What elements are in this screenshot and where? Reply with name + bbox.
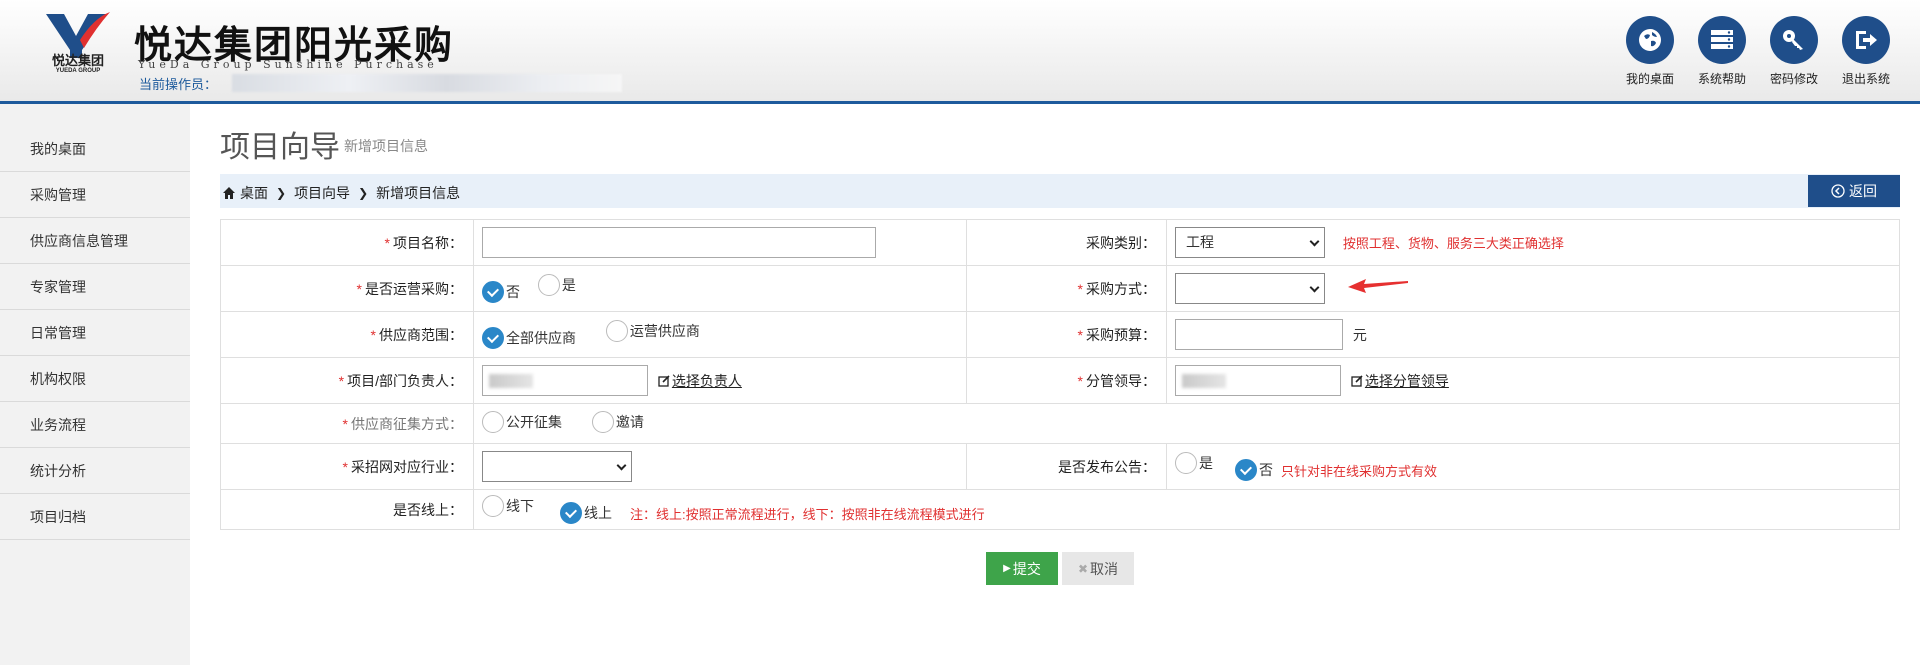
- chevron-right-icon: ❯: [358, 186, 369, 200]
- breadcrumb-current: 新增项目信息: [376, 185, 461, 201]
- edit-icon: [1351, 374, 1363, 387]
- solicitation-label: 供应商征集方式：: [351, 415, 463, 432]
- operational-yes-radio[interactable]: [537, 273, 560, 296]
- home-icon: [223, 187, 235, 199]
- back-button[interactable]: 返回: [1808, 175, 1900, 207]
- online-online-radio[interactable]: [560, 502, 582, 525]
- budget-label: 采购预算：: [1086, 326, 1156, 343]
- owner-field[interactable]: [482, 365, 648, 396]
- close-icon: ✖: [1077, 561, 1089, 576]
- chevron-down-icon: [1309, 282, 1320, 293]
- breadcrumb-bar: 桌面 ❯ 项目向导 ❯ 新增项目信息 返回: [220, 174, 1900, 208]
- purchase-category-select[interactable]: 工程: [1175, 227, 1325, 258]
- sidebar-item-suppliers[interactable]: 供应商信息管理: [0, 218, 190, 264]
- globe-icon: [1626, 16, 1674, 64]
- industry-label: 采招网对应行业：: [351, 458, 463, 475]
- sidebar-item-purchase[interactable]: 采购管理: [0, 172, 190, 218]
- announce-yes-radio[interactable]: [1175, 451, 1197, 474]
- sidebar-item-experts[interactable]: 专家管理: [0, 264, 190, 310]
- system-help-button[interactable]: 系统帮助: [1698, 16, 1746, 87]
- sidebar-item-statistics[interactable]: 统计分析: [0, 448, 190, 494]
- purchase-category-hint: 按照工程、货物、服务三大类正确选择: [1342, 236, 1564, 251]
- cancel-button[interactable]: ✖ 取消: [1062, 552, 1134, 585]
- operational-label: 是否运营采购：: [365, 280, 463, 297]
- budget-input[interactable]: [1175, 319, 1343, 350]
- online-label: 是否线上：: [393, 501, 463, 518]
- chevron-right-icon: ❯: [276, 186, 287, 200]
- online-hint: 注：线上:按照正常流程进行，线下：按照非在线流程模式进行: [630, 506, 985, 522]
- solicitation-public-radio[interactable]: [482, 411, 504, 433]
- key-icon: [1770, 16, 1818, 64]
- password-change-button[interactable]: 密码修改: [1770, 16, 1818, 87]
- logout-button[interactable]: 退出系统: [1842, 16, 1890, 87]
- logout-icon: [1842, 16, 1890, 64]
- announce-no-radio[interactable]: [1235, 459, 1257, 482]
- logo-text: 悦达集团: [51, 53, 104, 68]
- sidebar: 我的桌面 采购管理 供应商信息管理 专家管理 日常管理 机构权限 业务流程 统计…: [0, 104, 190, 665]
- page-subtitle: 新增项目信息: [344, 138, 428, 154]
- back-circle-icon: [1831, 184, 1845, 198]
- operator-label: 当前操作员：: [139, 77, 218, 92]
- purchase-method-label: 采购方式：: [1086, 280, 1156, 297]
- supplier-scope-label: 供应商范围：: [379, 326, 463, 343]
- purchase-method-select[interactable]: [1175, 273, 1325, 304]
- sidebar-item-permissions[interactable]: 机构权限: [0, 356, 190, 402]
- chevron-down-icon: [616, 460, 627, 471]
- project-form: * 项目名称： 采购类别： 工程 按照工程、货物、服务三大类正确选择 * 是否运营采…: [220, 219, 1900, 530]
- select-owner-link[interactable]: 选择负责人: [672, 373, 742, 389]
- red-arrow-annotation: [1348, 279, 1408, 293]
- announce-label: 是否发布公告：: [1058, 458, 1156, 475]
- project-name-label: 项目名称：: [393, 234, 463, 251]
- sidebar-item-daily[interactable]: 日常管理: [0, 310, 190, 356]
- chevron-down-icon: [1309, 236, 1320, 247]
- leader-label: 分管领导：: [1086, 372, 1156, 389]
- operational-no-radio[interactable]: [482, 281, 504, 304]
- online-offline-radio[interactable]: [482, 494, 504, 517]
- breadcrumb: 桌面 ❯ 项目向导 ❯ 新增项目信息: [222, 183, 460, 203]
- project-name-input[interactable]: [482, 227, 876, 258]
- brand-subtitle: YueDa Group Sunshine Purchase: [138, 58, 438, 71]
- breadcrumb-desktop[interactable]: 桌面: [240, 183, 268, 203]
- form-actions: ▶ 提交 ✖ 取消: [220, 552, 1900, 585]
- server-icon: [1698, 16, 1746, 64]
- edit-icon: [658, 374, 670, 387]
- announce-hint: 只针对非在线采购方式有效: [1281, 463, 1438, 479]
- submit-button[interactable]: ▶ 提交: [986, 552, 1058, 585]
- supplier-scope-operational-radio[interactable]: [605, 319, 628, 342]
- solicitation-invite-radio[interactable]: [591, 411, 614, 433]
- logo-subtext: YUEDA GROUP: [55, 68, 101, 74]
- select-leader-link[interactable]: 选择分管领导: [1365, 373, 1449, 389]
- budget-unit: 元: [1352, 326, 1367, 343]
- sidebar-item-workflow[interactable]: 业务流程: [0, 402, 190, 448]
- page-title: 项目向导: [220, 131, 340, 164]
- sidebar-item-archive[interactable]: 项目归档: [0, 494, 190, 540]
- owner-label: 项目/部门负责人：: [347, 372, 463, 389]
- breadcrumb-project-wizard[interactable]: 项目向导: [294, 183, 350, 203]
- app-header: 悦达集团 YUEDA GROUP 悦达集团阳光采购 YueDa Group Su…: [0, 0, 1920, 104]
- operator-name-redacted: [232, 74, 622, 92]
- purchase-category-label: 采购类别：: [1086, 234, 1156, 251]
- header-actions: 我的桌面 系统帮助 密码修改 退出系统: [1626, 16, 1890, 87]
- my-desktop-button[interactable]: 我的桌面: [1626, 16, 1674, 87]
- supplier-scope-all-radio[interactable]: [482, 327, 504, 350]
- sidebar-item-desktop[interactable]: 我的桌面: [0, 126, 190, 172]
- leader-field[interactable]: [1175, 365, 1341, 396]
- play-icon: ▶: [1003, 563, 1011, 574]
- industry-select[interactable]: [482, 451, 632, 482]
